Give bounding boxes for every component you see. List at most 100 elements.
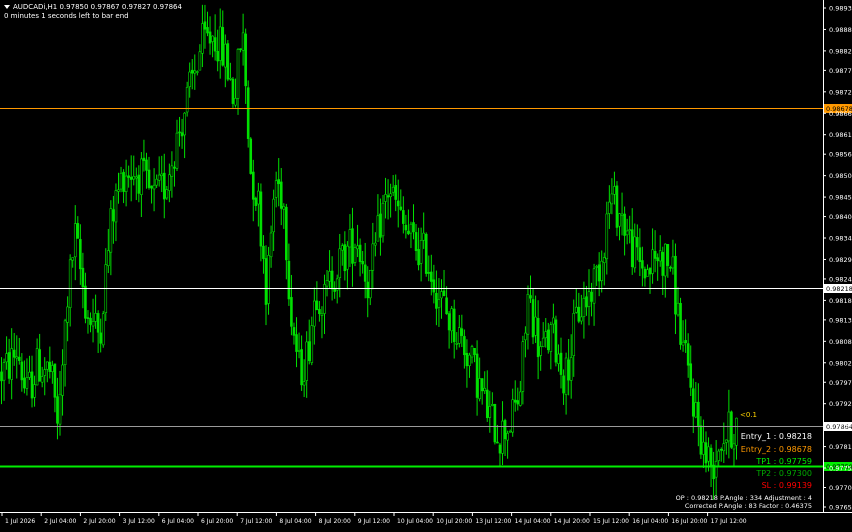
candle-body bbox=[506, 432, 509, 441]
candle-body bbox=[109, 208, 113, 253]
symbol-line: AUDCADi,H1 0.97850 0.97867 0.97827 0.978… bbox=[13, 3, 182, 11]
candle-body bbox=[211, 35, 214, 42]
candle-body bbox=[623, 213, 626, 236]
candle-body bbox=[501, 420, 504, 454]
x-tick-label: 7 Jul 12:00 bbox=[240, 518, 272, 525]
candle-body bbox=[625, 230, 629, 236]
candle-body bbox=[5, 353, 8, 363]
candle-body bbox=[221, 27, 225, 66]
candle-body bbox=[735, 417, 738, 446]
x-tick-label: 15 Jul 12:00 bbox=[593, 518, 629, 525]
candle-body bbox=[218, 26, 222, 61]
candle-body bbox=[521, 341, 525, 392]
candle-body bbox=[651, 249, 654, 274]
candle-body bbox=[216, 51, 219, 62]
candle-body bbox=[732, 443, 736, 450]
candle-body bbox=[94, 313, 97, 322]
y-tick-label: 0.97920 bbox=[829, 400, 852, 408]
candle-body bbox=[399, 206, 403, 210]
candle-body bbox=[496, 441, 499, 444]
candle-body bbox=[160, 173, 164, 177]
candle-body bbox=[127, 175, 130, 178]
candle-body bbox=[592, 268, 596, 304]
candle-body bbox=[152, 184, 156, 190]
candle-body bbox=[290, 297, 293, 327]
y-tick-label: 0.97655 bbox=[829, 504, 852, 512]
y-tick-label: 0.98450 bbox=[829, 194, 852, 202]
candle-body bbox=[435, 292, 438, 309]
candle-body bbox=[239, 48, 242, 50]
candle-body bbox=[165, 189, 169, 199]
candle-body bbox=[48, 361, 52, 372]
candle-body bbox=[567, 359, 570, 381]
candle-body bbox=[704, 442, 708, 464]
candle-body bbox=[10, 348, 13, 380]
candle-body bbox=[353, 247, 357, 263]
candle-body bbox=[170, 165, 174, 177]
candle-body bbox=[440, 291, 443, 299]
candle-body bbox=[691, 388, 695, 417]
x-tick-label: 2 Jul 04:00 bbox=[44, 518, 76, 525]
sl-label: SL : 0.99139 bbox=[761, 481, 812, 490]
candle-body bbox=[279, 181, 283, 209]
y-tick-label: 0.98025 bbox=[829, 359, 852, 367]
candle-body bbox=[717, 450, 720, 461]
candle-body bbox=[315, 300, 319, 311]
candle-body bbox=[356, 245, 359, 250]
candle-body bbox=[676, 302, 680, 316]
candle-body bbox=[71, 257, 75, 261]
candle-body bbox=[236, 49, 240, 99]
x-tick-label: 8 Jul 20:00 bbox=[319, 518, 351, 525]
candle-body bbox=[226, 43, 230, 80]
candle-body bbox=[608, 201, 611, 214]
candle-body bbox=[544, 331, 548, 339]
candle-body bbox=[714, 460, 718, 478]
candle-body bbox=[574, 306, 578, 313]
x-tick-label: 14 Jul 04:00 bbox=[515, 518, 551, 525]
candle-body bbox=[442, 290, 446, 297]
candle-body bbox=[508, 431, 512, 433]
candle-body bbox=[313, 300, 316, 327]
candle-body bbox=[513, 399, 517, 403]
candle-body bbox=[427, 272, 431, 274]
candle-body bbox=[536, 317, 540, 358]
candle-body bbox=[402, 210, 405, 224]
candle-body bbox=[587, 291, 591, 307]
candle-body bbox=[234, 98, 237, 106]
candle-body bbox=[117, 189, 120, 192]
candle-body bbox=[53, 363, 57, 398]
candle-body bbox=[381, 202, 385, 237]
candle-body bbox=[79, 239, 82, 270]
candle-body bbox=[213, 37, 217, 52]
candle-body bbox=[38, 349, 41, 382]
y-tick-label: 0.98345 bbox=[829, 235, 852, 243]
candle-body bbox=[488, 406, 492, 418]
y-tick-label: 0.98775 bbox=[829, 67, 852, 75]
entry1-label: Entry_1 : 0.98218 bbox=[740, 432, 812, 441]
candle-body bbox=[674, 255, 677, 315]
candle-body bbox=[597, 264, 601, 282]
candle-body bbox=[175, 132, 179, 169]
candle-body bbox=[7, 352, 11, 379]
x-tick-label: 6 Jul 20:00 bbox=[201, 518, 233, 525]
candle-body bbox=[391, 186, 395, 193]
candle-body bbox=[417, 249, 420, 266]
candle-body bbox=[572, 313, 576, 356]
candle-body bbox=[534, 316, 537, 336]
entry2-label: Entry_2 : 0.98678 bbox=[740, 445, 812, 454]
candle-body bbox=[137, 174, 141, 194]
candle-body bbox=[28, 371, 31, 378]
candle-body bbox=[582, 297, 586, 317]
candle-body bbox=[473, 348, 476, 355]
dropdown-triangle-icon[interactable] bbox=[4, 5, 10, 9]
x-tick-label: 17 Jul 12:00 bbox=[711, 518, 747, 525]
candle-body bbox=[389, 193, 392, 197]
candle-body bbox=[432, 279, 436, 293]
candle-body bbox=[340, 245, 344, 251]
candle-body bbox=[666, 244, 670, 266]
bar-timer: 0 minutes 1 seconds left to bar end bbox=[4, 12, 129, 20]
candle-body bbox=[414, 232, 418, 251]
candle-body bbox=[348, 229, 352, 248]
candle-body bbox=[424, 233, 428, 274]
candle-body bbox=[124, 175, 128, 192]
